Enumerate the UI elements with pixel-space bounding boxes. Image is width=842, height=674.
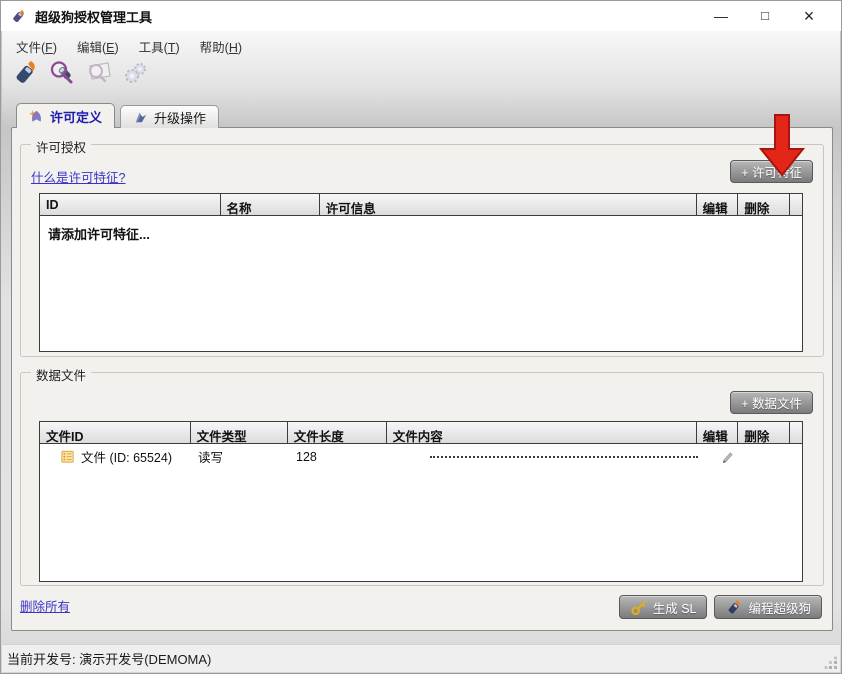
file-id-text: 文件 (ID: 65524) bbox=[81, 447, 172, 466]
window-chrome: 文件(F) 编辑(E) 工具(T) 帮助(H) bbox=[2, 31, 840, 128]
license-features-table: ID 名称 许可信息 编辑 删除 请添加许可特征... bbox=[39, 193, 803, 352]
mnemonic: H bbox=[229, 41, 238, 55]
program-superdog-button[interactable]: 编程超级狗 bbox=[714, 595, 822, 619]
tab-label: 许可定义 bbox=[50, 107, 102, 126]
label-part: 帮助( bbox=[200, 41, 229, 55]
file-content-cell bbox=[390, 456, 703, 458]
data-file-icon bbox=[60, 449, 75, 464]
table-row[interactable]: 文件 (ID: 65524) 读写 128 bbox=[40, 444, 802, 469]
file-id-cell: 文件 (ID: 65524) bbox=[40, 447, 192, 466]
maximize-button[interactable]: □ bbox=[743, 1, 787, 31]
edit-cell bbox=[703, 449, 745, 464]
menu-item-help[interactable]: 帮助(H) bbox=[190, 34, 252, 59]
mnemonic: F bbox=[45, 41, 53, 55]
group-title: 许可授权 bbox=[31, 137, 91, 156]
empty-table-message: 请添加许可特征... bbox=[48, 224, 150, 243]
window-title: 超级狗授权管理工具 bbox=[35, 7, 152, 26]
license-definition-page: 许可授权 什么是许可特征? + 许可特征 ID 名称 许可信息 编辑 删除 请添… bbox=[11, 127, 833, 631]
column-header-edit[interactable]: 编辑 bbox=[697, 194, 739, 215]
label-part: ) bbox=[115, 41, 119, 55]
group-title: 数据文件 bbox=[31, 365, 91, 384]
tab-upgrade-operations[interactable]: 升级操作 bbox=[120, 105, 219, 128]
minimize-button[interactable]: — bbox=[699, 1, 743, 31]
label-part: ) bbox=[53, 41, 57, 55]
label-part: 工具( bbox=[139, 41, 168, 55]
tab-label: 升级操作 bbox=[154, 108, 206, 127]
file-content-mask bbox=[430, 456, 698, 458]
mnemonic: E bbox=[106, 41, 114, 55]
table-header-spacer bbox=[790, 194, 802, 215]
data-files-group: 数据文件 + 数据文件 文件ID 文件类型 文件长度 文件内容 编辑 删除 bbox=[20, 372, 824, 586]
app-icon bbox=[10, 8, 26, 24]
license-badge-icon bbox=[29, 109, 44, 124]
window-controls: — □ × bbox=[699, 1, 831, 31]
add-data-file-button[interactable]: + 数据文件 bbox=[730, 391, 813, 414]
column-header-file-content[interactable]: 文件内容 bbox=[387, 422, 697, 443]
view-report-icon-disabled bbox=[84, 58, 114, 88]
label-part: ) bbox=[238, 41, 242, 55]
footer-buttons: 生成 SL 编程超级狗 bbox=[619, 595, 822, 619]
settings-icon-disabled bbox=[121, 58, 151, 88]
label-part: 编辑( bbox=[77, 41, 106, 55]
table-header-spacer bbox=[790, 422, 802, 443]
license-authorization-group: 许可授权 什么是许可特征? + 许可特征 ID 名称 许可信息 编辑 删除 请添… bbox=[20, 144, 824, 357]
toolbar bbox=[10, 55, 151, 91]
dongle-flame-icon bbox=[725, 599, 742, 616]
license-features-table-body: 请添加许可特征... bbox=[40, 216, 802, 351]
column-header-license-info[interactable]: 许可信息 bbox=[320, 194, 697, 215]
inspect-dongle-icon[interactable] bbox=[47, 58, 77, 88]
program-superdog-icon[interactable] bbox=[10, 58, 40, 88]
column-header-file-type[interactable]: 文件类型 bbox=[191, 422, 288, 443]
resize-grip[interactable] bbox=[824, 656, 838, 670]
tab-bar: 许可定义 升级操作 bbox=[16, 103, 219, 128]
column-header-id[interactable]: ID bbox=[40, 194, 221, 215]
upgrade-arrow-icon bbox=[133, 110, 148, 125]
what-is-license-feature-link[interactable]: 什么是许可特征? bbox=[31, 167, 125, 186]
label-part: 文件( bbox=[16, 41, 45, 55]
button-label: 编程超级狗 bbox=[748, 598, 811, 617]
column-header-edit[interactable]: 编辑 bbox=[697, 422, 739, 443]
table-header-row: 文件ID 文件类型 文件长度 文件内容 编辑 删除 bbox=[40, 422, 802, 444]
label-part: ) bbox=[175, 41, 179, 55]
column-header-delete[interactable]: 删除 bbox=[738, 194, 790, 215]
column-header-name[interactable]: 名称 bbox=[221, 194, 320, 215]
column-header-delete[interactable]: 删除 bbox=[738, 422, 790, 443]
button-label: 生成 SL bbox=[653, 598, 697, 617]
data-files-table: 文件ID 文件类型 文件长度 文件内容 编辑 删除 bbox=[39, 421, 803, 582]
delete-all-link[interactable]: 删除所有 bbox=[20, 596, 70, 615]
current-developer-id: 当前开发号: 演示开发号(DEMOMA) bbox=[7, 649, 211, 668]
add-license-feature-button[interactable]: + 许可特征 bbox=[730, 160, 813, 183]
file-type-cell: 读写 bbox=[192, 447, 290, 466]
generate-sl-button[interactable]: 生成 SL bbox=[619, 595, 708, 619]
column-header-file-length[interactable]: 文件长度 bbox=[288, 422, 387, 443]
status-bar: 当前开发号: 演示开发号(DEMOMA) bbox=[2, 644, 840, 672]
data-files-table-body: 文件 (ID: 65524) 读写 128 bbox=[40, 444, 802, 581]
app-window: 超级狗授权管理工具 — □ × 文件(F) 编辑(E) 工具(T) 帮助(H) bbox=[0, 0, 842, 674]
title-bar: 超级狗授权管理工具 — □ × bbox=[1, 1, 841, 31]
file-length-cell: 128 bbox=[290, 450, 390, 464]
column-header-file-id[interactable]: 文件ID bbox=[40, 422, 191, 443]
close-button[interactable]: × bbox=[787, 1, 831, 31]
tab-license-definition[interactable]: 许可定义 bbox=[16, 103, 115, 128]
table-header-row: ID 名称 许可信息 编辑 删除 bbox=[40, 194, 802, 216]
edit-pencil-icon[interactable] bbox=[720, 449, 735, 464]
key-icon bbox=[630, 599, 647, 616]
